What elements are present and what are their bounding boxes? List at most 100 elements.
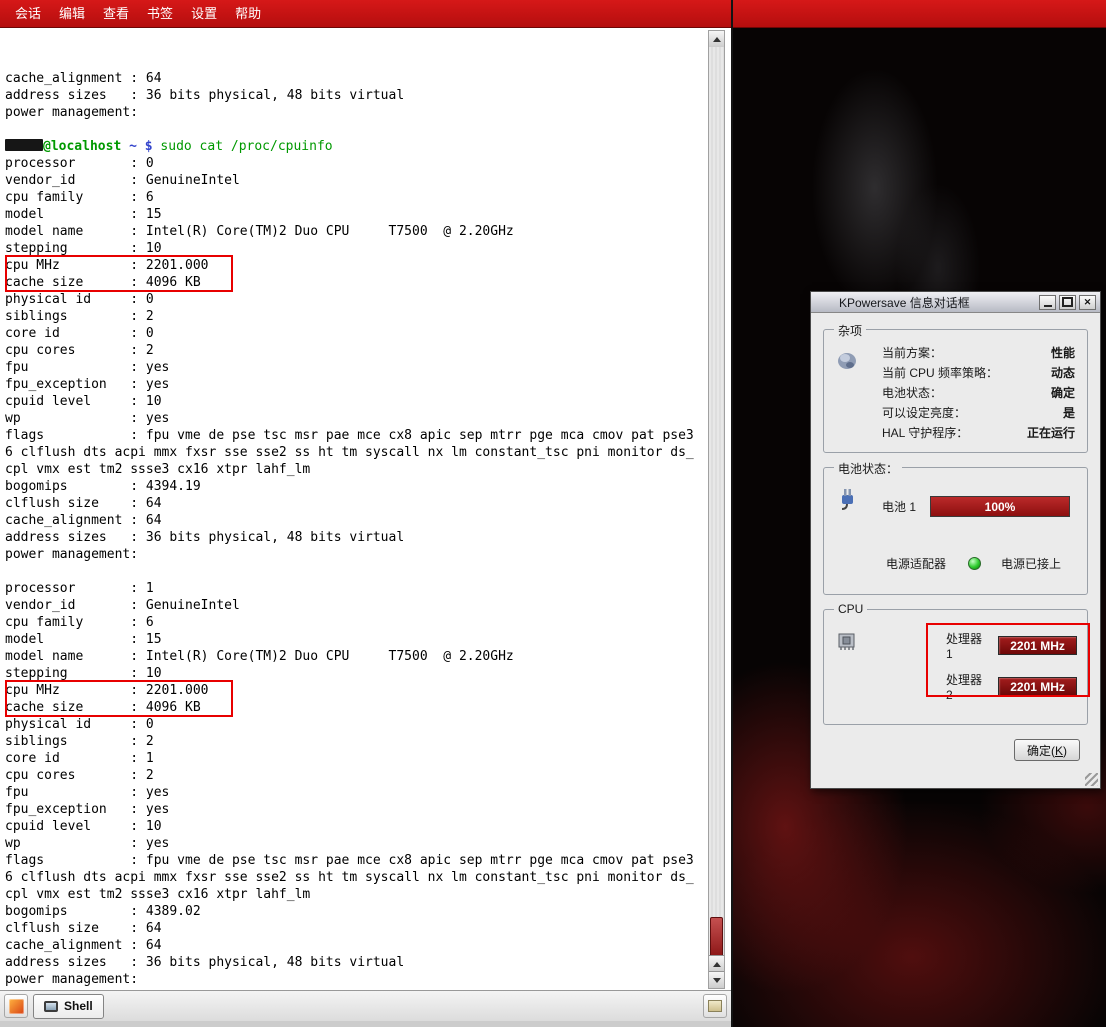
window-bottom-edge [0, 1021, 731, 1027]
terminal-line: flags : fpu vme de pse tsc msr pae mce c… [5, 852, 707, 869]
resize-grip[interactable] [1085, 773, 1098, 786]
cpu-row: 处理器 2 2201 MHz [946, 671, 1077, 702]
dialog-body: 杂项 当前方案： 性能 当前 CPU 频率策略： 动态 电池状态： 确定 可以设… [815, 315, 1096, 784]
terminal-line: @localhost ~ $ sudo cat /proc/cpuinfo [5, 138, 707, 155]
power-led-icon [968, 557, 981, 570]
cpu-group-title: CPU [834, 602, 867, 616]
terminal-line: cpu family : 6 [5, 614, 707, 631]
terminal-line: model name : Intel(R) Core(TM)2 Duo CPU … [5, 223, 707, 240]
terminal-line: vendor_id : GenuineIntel [5, 172, 707, 189]
terminal-line: model : 15 [5, 631, 707, 648]
new-session-button[interactable] [4, 994, 28, 1018]
info-value: 性能 [1051, 346, 1075, 360]
minimize-button[interactable] [1039, 295, 1056, 310]
terminal-line: physical id : 0 [5, 291, 707, 308]
terminal-line: core id : 1 [5, 750, 707, 767]
ok-button-accesskey: K [1055, 744, 1063, 758]
maximize-button[interactable] [1059, 295, 1076, 310]
terminal-line: vendor_id : GenuineIntel [5, 597, 707, 614]
terminal-line: model : 15 [5, 206, 707, 223]
scrollbar-thumb[interactable] [710, 917, 723, 957]
terminal-line: power management: [5, 546, 707, 563]
info-value: 动态 [1051, 366, 1075, 380]
terminal-line: cpu cores : 2 [5, 767, 707, 784]
terminal-line: cpuid level : 10 [5, 818, 707, 835]
terminal-line: cpu MHz : 2201.000 [5, 682, 707, 699]
misc-group: 杂项 当前方案： 性能 当前 CPU 频率策略： 动态 电池状态： 确定 可以设… [823, 329, 1088, 453]
tab-shell[interactable]: Shell [33, 994, 104, 1019]
battery-progress: 100% [930, 496, 1070, 517]
menu-help[interactable]: 帮助 [226, 0, 270, 28]
cpu-group: CPU 处理器 1 2201 MHz 处理器 2 2201 MHz [823, 609, 1088, 725]
misc-group-title: 杂项 [834, 322, 866, 339]
session-list-button[interactable] [703, 994, 727, 1018]
menu-view[interactable]: 查看 [94, 0, 138, 28]
tab-bar: Shell [0, 990, 731, 1021]
cpu-frequency-bar: 2201 MHz [998, 636, 1077, 655]
info-row: 电池状态： 确定 [882, 386, 1075, 400]
session-list-icon [708, 1000, 722, 1012]
button-row: 确定(K) [831, 739, 1080, 761]
terminal-line: clflush size : 64 [5, 495, 707, 512]
cpu-row: 处理器 1 2201 MHz [946, 630, 1077, 661]
battery-row: 电池 1 100% [882, 496, 1073, 517]
terminal-line: flags : fpu vme de pse tsc msr pae mce c… [5, 427, 707, 444]
menu-bar: 会话 编辑 查看 书签 设置 帮助 [0, 0, 1106, 28]
terminal-line: cache_alignment : 64 [5, 937, 707, 954]
terminal-viewport[interactable]: cache_alignment : 64address sizes : 36 b… [2, 30, 707, 989]
redacted-username [5, 139, 43, 151]
info-label: 可以设定亮度： [882, 406, 966, 420]
adapter-label: 电源适配器 [886, 555, 946, 572]
scroll-up-button[interactable] [709, 31, 724, 48]
info-value: 是 [1063, 406, 1075, 420]
battery-progress-fill: 100% [931, 497, 1069, 516]
info-label: 电池状态： [882, 386, 942, 400]
terminal-line: fpu_exception : yes [5, 376, 707, 393]
terminal-line: core id : 0 [5, 325, 707, 342]
close-button[interactable] [1079, 295, 1096, 310]
terminal-output: cache_alignment : 64address sizes : 36 b… [5, 70, 707, 989]
cpu-icon [834, 628, 860, 654]
arrow-up-icon [713, 962, 721, 967]
terminal-line: address sizes : 36 bits physical, 48 bit… [5, 87, 707, 104]
terminal-line: bogomips : 4389.02 [5, 903, 707, 920]
terminal-line: address sizes : 36 bits physical, 48 bit… [5, 529, 707, 546]
info-label: 当前方案： [882, 346, 942, 360]
info-label: HAL 守护程序： [882, 426, 968, 440]
terminal-line: fpu_exception : yes [5, 801, 707, 818]
terminal-line: bogomips : 4394.19 [5, 478, 707, 495]
menu-settings[interactable]: 设置 [182, 0, 226, 28]
adapter-row: 电源适配器 电源已接上 [886, 555, 1073, 572]
terminal-line: cpuid level : 10 [5, 393, 707, 410]
terminal-scrollbar[interactable] [708, 30, 725, 989]
terminal-line: cache size : 4096 KB [5, 699, 707, 716]
cpu-label: 处理器 1 [946, 630, 990, 661]
highlight-annotation: cpu MHz : 2201.000cache size : 4096 KB [5, 257, 707, 291]
info-row: 可以设定亮度： 是 [882, 406, 1075, 420]
dialog-titlebar[interactable]: KPowersave 信息对话框 [811, 292, 1100, 313]
terminal-line: cpu cores : 2 [5, 342, 707, 359]
terminal-line: power management: [5, 104, 707, 121]
terminal-line: stepping : 10 [5, 240, 707, 257]
battery-group-title: 电池状态： [834, 460, 902, 477]
menu-session[interactable]: 会话 [6, 0, 50, 28]
menu-bookmarks[interactable]: 书签 [138, 0, 182, 28]
terminal-line: clflush size : 64 [5, 920, 707, 937]
terminal-line: cpl vmx est tm2 ssse3 cx16 xtpr lahf_lm [5, 461, 707, 478]
terminal-line: 6 clflush dts acpi mmx fxsr sse sse2 ss … [5, 869, 707, 886]
terminal-line: cpu family : 6 [5, 189, 707, 206]
terminal-line: address sizes : 36 bits physical, 48 bit… [5, 954, 707, 971]
terminal-line: 6 clflush dts acpi mmx fxsr sse sse2 ss … [5, 444, 707, 461]
terminal-line: cpu MHz : 2201.000 [5, 257, 707, 274]
terminal-line [5, 563, 707, 580]
ok-button-text: 确定( [1027, 744, 1055, 758]
terminal-line: cache_alignment : 64 [5, 512, 707, 529]
terminal-line: model name : Intel(R) Core(TM)2 Duo CPU … [5, 648, 707, 665]
scroll-up-button-bottom[interactable] [709, 955, 724, 972]
menu-edit[interactable]: 编辑 [50, 0, 94, 28]
terminal-line: fpu : yes [5, 784, 707, 801]
ok-button[interactable]: 确定(K) [1014, 739, 1080, 761]
terminal-line: cpl vmx est tm2 ssse3 cx16 xtpr lahf_lm [5, 886, 707, 903]
scrollbar-track[interactable] [709, 47, 724, 958]
scroll-down-button[interactable] [709, 971, 724, 988]
